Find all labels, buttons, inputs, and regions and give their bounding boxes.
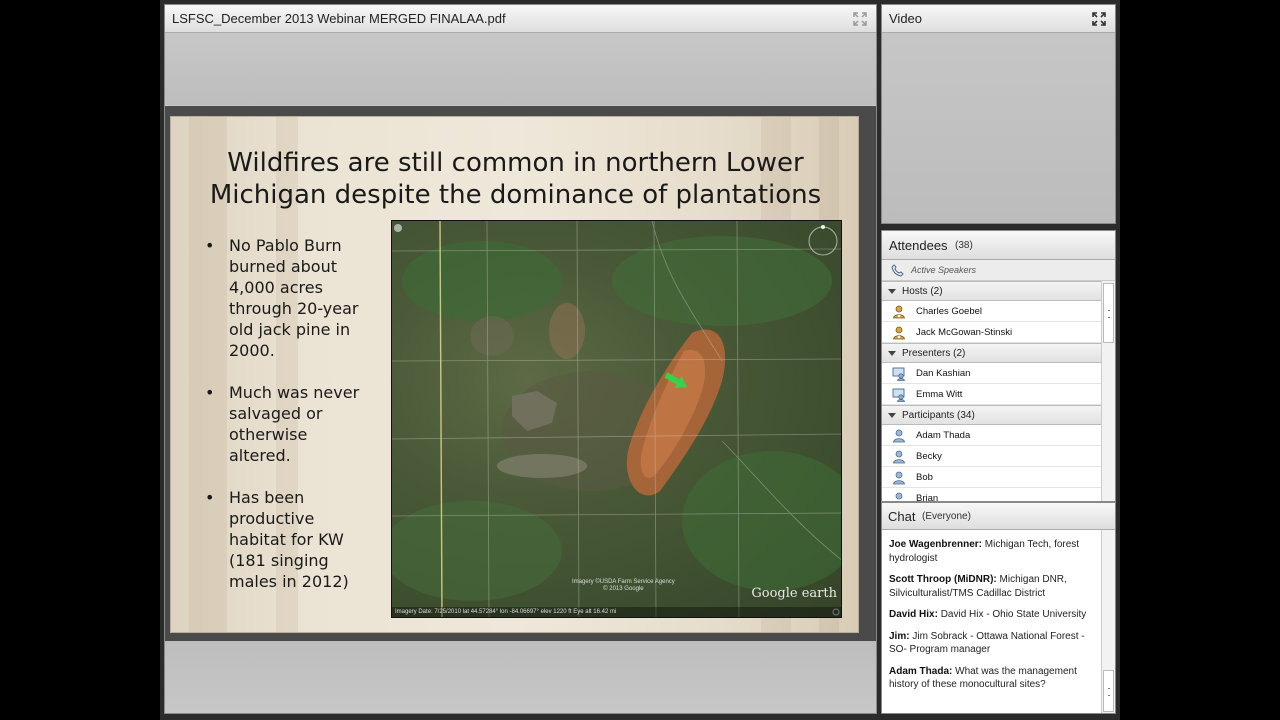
attendee-list: Hosts (2) Charles Goebel Jack McGowan-St… bbox=[882, 281, 1102, 502]
chat-messages: Joe Wagenbrenner: Michigan Tech, forest … bbox=[882, 530, 1102, 700]
attendees-count: (38) bbox=[955, 240, 973, 251]
chat-message: Adam Thada: What was the management hist… bbox=[889, 665, 1096, 692]
share-pod-letterbox-bottom bbox=[165, 641, 876, 713]
document-stage: Wildfires are still common in northern L… bbox=[165, 106, 876, 641]
attendee-name: Jack McGowan-Stinski bbox=[916, 327, 1013, 338]
attendee-name: Dan Kashian bbox=[916, 368, 971, 379]
chat-message: Joe Wagenbrenner: Michigan Tech, forest … bbox=[889, 538, 1096, 565]
bullet-item: Has been productive habitat for KW (181 … bbox=[205, 487, 365, 592]
chat-audience[interactable]: (Everyone) bbox=[922, 511, 971, 522]
presenter-icon bbox=[892, 388, 905, 402]
attendee-name: Brian bbox=[916, 493, 939, 502]
chat-message: Jim: Jim Sobrack - Ottawa National Fores… bbox=[889, 630, 1096, 657]
map-credit-line: Imagery ©USDA Farm Service Agency bbox=[572, 579, 675, 585]
participant-icon bbox=[893, 450, 905, 464]
google-earth-logo: Google earth bbox=[751, 586, 837, 601]
chat-text: Jim Sobrack - Ottawa National Forest -SO… bbox=[889, 630, 1085, 656]
chat-message: David Hix: David Hix - Ohio State Univer… bbox=[889, 608, 1096, 622]
video-pod-title: Video bbox=[889, 11, 923, 26]
chat-text: David Hix - Ohio State University bbox=[940, 609, 1087, 620]
attendee-row[interactable]: Dan Kashian bbox=[882, 363, 1102, 384]
connect-meeting-window: LSFSC_December 2013 Webinar MERGED FINAL… bbox=[160, 0, 1120, 720]
chat-sender: Scott Throop (MiDNR): bbox=[889, 574, 997, 585]
attendees-header: Attendees (38) bbox=[882, 231, 1115, 260]
attendee-row[interactable]: Bob bbox=[882, 467, 1102, 488]
attendees-scrollbar[interactable] bbox=[1101, 281, 1115, 501]
host-user-icon bbox=[893, 305, 905, 319]
group-presenters[interactable]: Presenters (2) bbox=[882, 343, 1102, 363]
map-imagery-credit: Imagery ©USDA Farm Service Agency © 2013… bbox=[572, 579, 675, 593]
attendee-name: Bob bbox=[916, 472, 933, 483]
presenter-icon bbox=[892, 367, 905, 381]
attendee-row[interactable]: Brian bbox=[882, 488, 1102, 502]
video-area bbox=[882, 33, 1115, 223]
satellite-map-image: Imagery ©USDA Farm Service Agency © 2013… bbox=[391, 220, 842, 618]
attendee-row[interactable]: Jack McGowan-Stinski bbox=[882, 322, 1102, 343]
slide-title-line: Michigan despite the dominance of planta… bbox=[209, 180, 822, 210]
map-status-bar: Imagery Date: 7/25/2010 lat 44.57284° lo… bbox=[392, 607, 841, 617]
bullet-list: No Pablo Burn burned about 4,000 acres t… bbox=[205, 235, 365, 613]
share-pod-letterbox-top bbox=[165, 33, 876, 105]
participant-icon bbox=[893, 471, 905, 485]
expand-icon[interactable] bbox=[852, 11, 868, 27]
chat-message: Scott Throop (MiDNR): Michigan DNR, Silv… bbox=[889, 573, 1096, 600]
chat-scrollbar[interactable] bbox=[1101, 530, 1115, 713]
group-hosts[interactable]: Hosts (2) bbox=[882, 281, 1102, 301]
host-user-icon bbox=[893, 326, 905, 340]
chat-sender: Adam Thada: bbox=[889, 665, 953, 677]
chat-sender: Joe Wagenbrenner: bbox=[889, 539, 982, 550]
chat-title: Chat bbox=[888, 509, 916, 524]
slide-title-line: Wildfires are still common in northern L… bbox=[227, 148, 804, 178]
fullscreen-icon[interactable] bbox=[1091, 11, 1107, 27]
scrollbar-thumb[interactable] bbox=[1103, 670, 1114, 712]
attendee-row[interactable]: Emma Witt bbox=[882, 384, 1102, 405]
collapse-triangle-icon bbox=[888, 351, 896, 356]
attendee-row[interactable]: Becky bbox=[882, 446, 1102, 467]
attendee-name: Emma Witt bbox=[916, 389, 963, 400]
phone-icon bbox=[891, 264, 904, 277]
attendee-row[interactable]: Adam Thada bbox=[882, 425, 1102, 446]
share-pod-title: LSFSC_December 2013 Webinar MERGED FINAL… bbox=[172, 11, 506, 26]
share-pod-header: LSFSC_December 2013 Webinar MERGED FINAL… bbox=[165, 5, 876, 33]
group-label: Participants (34) bbox=[902, 410, 975, 421]
video-pod-header: Video bbox=[882, 5, 1115, 33]
chat-pod: Chat (Everyone) Joe Wagenbrenner: Michig… bbox=[881, 502, 1116, 714]
attendee-name: Becky bbox=[916, 451, 942, 462]
attendee-row[interactable]: Charles Goebel bbox=[882, 301, 1102, 322]
group-label: Hosts (2) bbox=[902, 286, 943, 297]
slide: Wildfires are still common in northern L… bbox=[170, 116, 859, 633]
collapse-triangle-icon bbox=[888, 289, 896, 294]
bullet-item: Much was never salvaged or otherwise alt… bbox=[205, 382, 365, 466]
map-credit-line: © 2013 Google bbox=[603, 586, 644, 592]
participant-icon bbox=[895, 492, 903, 500]
chat-sender: Jim: bbox=[889, 630, 910, 642]
bullet-item: No Pablo Burn burned about 4,000 acres t… bbox=[205, 235, 365, 361]
active-speakers-label: Active Speakers bbox=[911, 265, 977, 275]
collapse-triangle-icon bbox=[888, 413, 896, 418]
group-label: Presenters (2) bbox=[902, 348, 966, 359]
share-pod: LSFSC_December 2013 Webinar MERGED FINAL… bbox=[164, 4, 877, 714]
scrollbar-thumb[interactable] bbox=[1103, 283, 1114, 343]
attendees-pod: Attendees (38) Active Speakers Hosts (2)… bbox=[881, 230, 1116, 502]
active-speakers-bar: Active Speakers bbox=[882, 260, 1115, 281]
map-graphic bbox=[392, 221, 841, 617]
attendees-title: Attendees bbox=[889, 238, 948, 253]
participant-icon bbox=[893, 429, 905, 443]
video-pod: Video bbox=[881, 4, 1116, 224]
group-participants[interactable]: Participants (34) bbox=[882, 405, 1102, 425]
chat-header: Chat (Everyone) bbox=[882, 503, 1115, 530]
chat-sender: David Hix: bbox=[889, 609, 938, 620]
slide-title: Wildfires are still common in northern L… bbox=[171, 147, 858, 211]
attendee-name: Charles Goebel bbox=[916, 306, 983, 317]
attendee-name: Adam Thada bbox=[916, 430, 971, 441]
